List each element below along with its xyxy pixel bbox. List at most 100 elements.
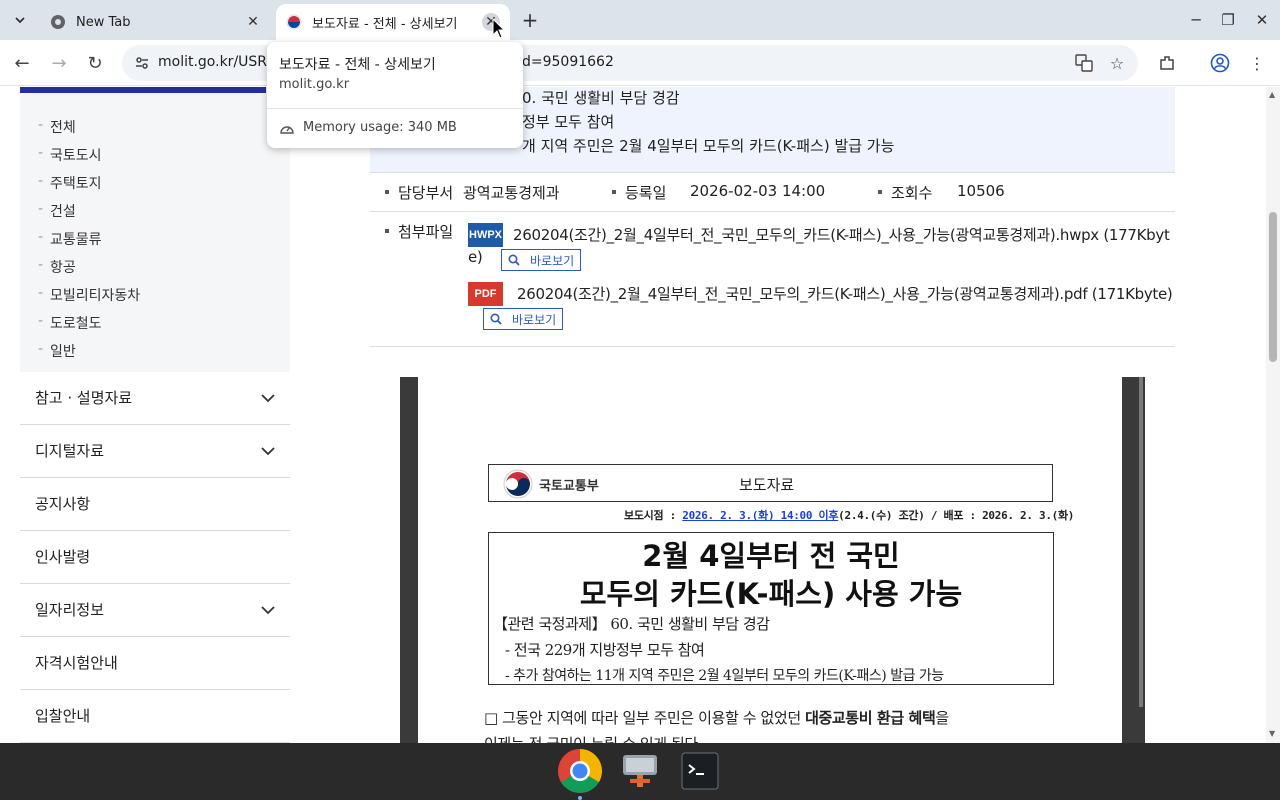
submenu-item[interactable]: 모빌리티자동차 — [38, 285, 140, 305]
doc-header: 국토교통부 보도자료 — [488, 464, 1053, 502]
search-icon — [508, 254, 520, 266]
article-meta: 담당부서 광역교통경제과 등록일 2026-02-03 14:00 조회수 10… — [370, 172, 1175, 212]
sidebar-item-exams[interactable]: 자격시험안내 — [20, 637, 290, 690]
chevron-down-icon — [261, 606, 275, 615]
views-value: 10506 — [957, 182, 1005, 200]
sidebar-item-personnel[interactable]: 인사발령 — [20, 531, 290, 584]
scroll-down-icon[interactable]: ▼ — [1269, 729, 1277, 738]
sidebar-item-label: 일자리정보 — [35, 601, 105, 619]
search-icon — [490, 313, 502, 325]
summary-line: 정부 모두 참여 — [522, 113, 615, 131]
submenu-item[interactable]: 항공 — [38, 257, 76, 277]
close-window-button[interactable]: ✕ — [1250, 8, 1274, 32]
divider — [267, 108, 523, 109]
hovercard-domain: molit.go.kr — [279, 77, 350, 92]
preview-label: 바로보기 — [512, 312, 557, 327]
body-bold: 대중교통비 환급 혜택 — [805, 709, 936, 727]
attachment-link-cont[interactable]: e) — [468, 248, 483, 266]
bullet — [385, 229, 389, 233]
body-text: □ 그동안 지역에 따라 일부 주민은 이용할 수 없었던 — [484, 709, 806, 727]
maximize-button[interactable]: ❐ — [1216, 8, 1240, 32]
taegeuk-icon — [286, 14, 302, 30]
submenu-item[interactable]: 일반 — [38, 341, 76, 361]
forward-button[interactable]: → — [45, 49, 73, 77]
tab-new-tab[interactable]: New Tab ✕ — [40, 4, 272, 40]
dept-value: 광역교통경제과 — [463, 184, 560, 202]
submenu-item[interactable]: 교통물류 — [38, 229, 101, 249]
chrome-icon — [51, 15, 65, 29]
minimize-button[interactable]: ─ — [1184, 8, 1208, 32]
scroll-up-icon[interactable]: ▲ — [1269, 90, 1277, 99]
submenu-item[interactable]: 도로철도 — [38, 313, 101, 333]
close-icon[interactable]: ✕ — [244, 13, 262, 31]
document-page: 국토교통부 보도자료 보도시점 : 2026. 2. 3.(화) 14:00 이… — [418, 377, 1122, 743]
system-settings-app-icon[interactable] — [616, 747, 664, 795]
attachment-link[interactable]: 260204(조간)_2월_4일부터_전_국민_모두의_카드(K-패스)_사용_… — [513, 224, 1170, 245]
submenu-item[interactable]: 건설 — [38, 201, 76, 221]
document-viewer[interactable]: 국토교통부 보도자료 보도시점 : 2026. 2. 3.(화) 14:00 이… — [400, 377, 1145, 743]
doc-body: □ 그동안 지역에 따라 일부 주민은 이용할 수 없었던 대중교통비 환급 혜… — [484, 707, 949, 728]
preview-button[interactable]: 바로보기 — [501, 249, 581, 271]
submenu-item[interactable]: 전체 — [38, 117, 76, 137]
sidebar-item-reference[interactable]: 참고 · 설명자료 — [20, 372, 290, 425]
chevron-down-icon — [15, 17, 25, 24]
sidebar-item-notice[interactable]: 공지사항 — [20, 478, 290, 531]
active-app-indicator — [578, 796, 582, 800]
preview-button[interactable]: 바로보기 — [483, 308, 563, 330]
doc-title-box: 2월 4일부터 전 국민 모두의 카드(K-패스) 사용 가능 【관련 국정과제… — [488, 532, 1054, 685]
pdf-file-icon: PDF — [468, 282, 503, 306]
submenu-item[interactable]: 주택토지 — [38, 173, 101, 193]
bullet — [385, 190, 389, 194]
viewer-scrollbar[interactable] — [1139, 377, 1143, 707]
memory-gauge-icon — [280, 126, 294, 134]
doc-bullet: - 전국 229개 지방정부 모두 참여 — [505, 641, 705, 659]
translate-icon[interactable] — [1072, 51, 1096, 75]
tab-hover-card: 보도자료 - 전체 - 상세보기 molit.go.kr Memory usag… — [267, 42, 523, 148]
chevron-down-icon — [261, 447, 275, 456]
body-text: 을 — [935, 709, 949, 727]
sidebar-item-label: 자격시험안내 — [35, 654, 118, 672]
tab-bar: New Tab ✕ 보도자료 - 전체 - 상세보기 ✕ + ─ ❐ ✕ — [0, 0, 1280, 40]
menu-icon[interactable]: ⋮ — [1245, 51, 1269, 75]
release-prefix: 보도시점 : — [624, 509, 683, 522]
doc-body-line2: 이제는 전 국민이 누릴 수 있게 된다 — [484, 733, 698, 743]
summary-line: 0. 국민 생활비 부담 경감 — [522, 89, 680, 107]
release-suffix: (2.4.(수) 조간) / 배포 : 2026. 2. 3.(화) — [838, 509, 1075, 522]
site-info-icon[interactable] — [134, 55, 150, 71]
dept-label: 담당부서 — [398, 184, 454, 202]
extensions-icon[interactable] — [1155, 51, 1179, 75]
sidebar-item-bids[interactable]: 입찰안내 — [20, 690, 290, 743]
submenu-item[interactable]: 국토도시 — [38, 145, 101, 165]
tab-press-release[interactable]: 보도자료 - 전체 - 상세보기 ✕ — [276, 4, 510, 40]
tab-search-button[interactable] — [6, 6, 34, 34]
page-scrollbar[interactable]: ▲ ▼ — [1266, 87, 1280, 743]
doc-title: 2월 4일부터 전 국민 — [642, 539, 900, 573]
back-button[interactable]: ← — [8, 49, 36, 77]
related-task: 【관련 국정과제】 60. 국민 생활비 부담 경감 — [493, 615, 770, 633]
bookmark-star-icon[interactable]: ☆ — [1105, 51, 1129, 75]
preview-label: 바로보기 — [530, 253, 575, 268]
scrollbar-thumb[interactable] — [1269, 212, 1277, 362]
web-page: 전체 국토도시 주택토지 건설 교통물류 항공 모빌리티자동차 도로철도 일반 … — [0, 87, 1266, 743]
views-label: 조회수 — [891, 184, 933, 202]
ministry-name: 국토교통부 — [539, 479, 599, 494]
new-tab-button[interactable]: + — [518, 8, 542, 32]
sidebar-item-label: 디지털자료 — [35, 442, 105, 460]
release-info: 보도시점 : 2026. 2. 3.(화) 14:00 이후(2.4.(수) 조… — [624, 507, 1074, 523]
doc-bullet: - 추가 참여하는 11개 지역 주민은 2월 4일부터 모두의 카드(K-패스… — [505, 668, 944, 684]
hovercard-memory: Memory usage: 340 MB — [303, 120, 457, 135]
terminal-app-icon[interactable] — [676, 747, 724, 795]
date-label: 등록일 — [625, 184, 667, 202]
doc-title: 모두의 카드(K-패스) 사용 가능 — [579, 577, 963, 611]
sidebar-item-jobs[interactable]: 일자리정보 — [20, 584, 290, 637]
doc-kind: 보도자료 — [739, 476, 795, 494]
attachments-label: 첨부파일 — [398, 223, 454, 241]
profile-icon[interactable] — [1208, 51, 1232, 75]
attachment-link[interactable]: 260204(조간)_2월_4일부터_전_국민_모두의_카드(K-패스)_사용_… — [517, 283, 1173, 304]
chrome-app-icon[interactable] — [556, 747, 604, 795]
sidebar-item-digital[interactable]: 디지털자료 — [20, 425, 290, 478]
url-text-tail: d=95091662 — [522, 54, 614, 70]
release-time: 2026. 2. 3.(화) 14:00 이후 — [682, 509, 839, 522]
bullet — [612, 190, 616, 194]
reload-button[interactable]: ↻ — [81, 49, 109, 77]
